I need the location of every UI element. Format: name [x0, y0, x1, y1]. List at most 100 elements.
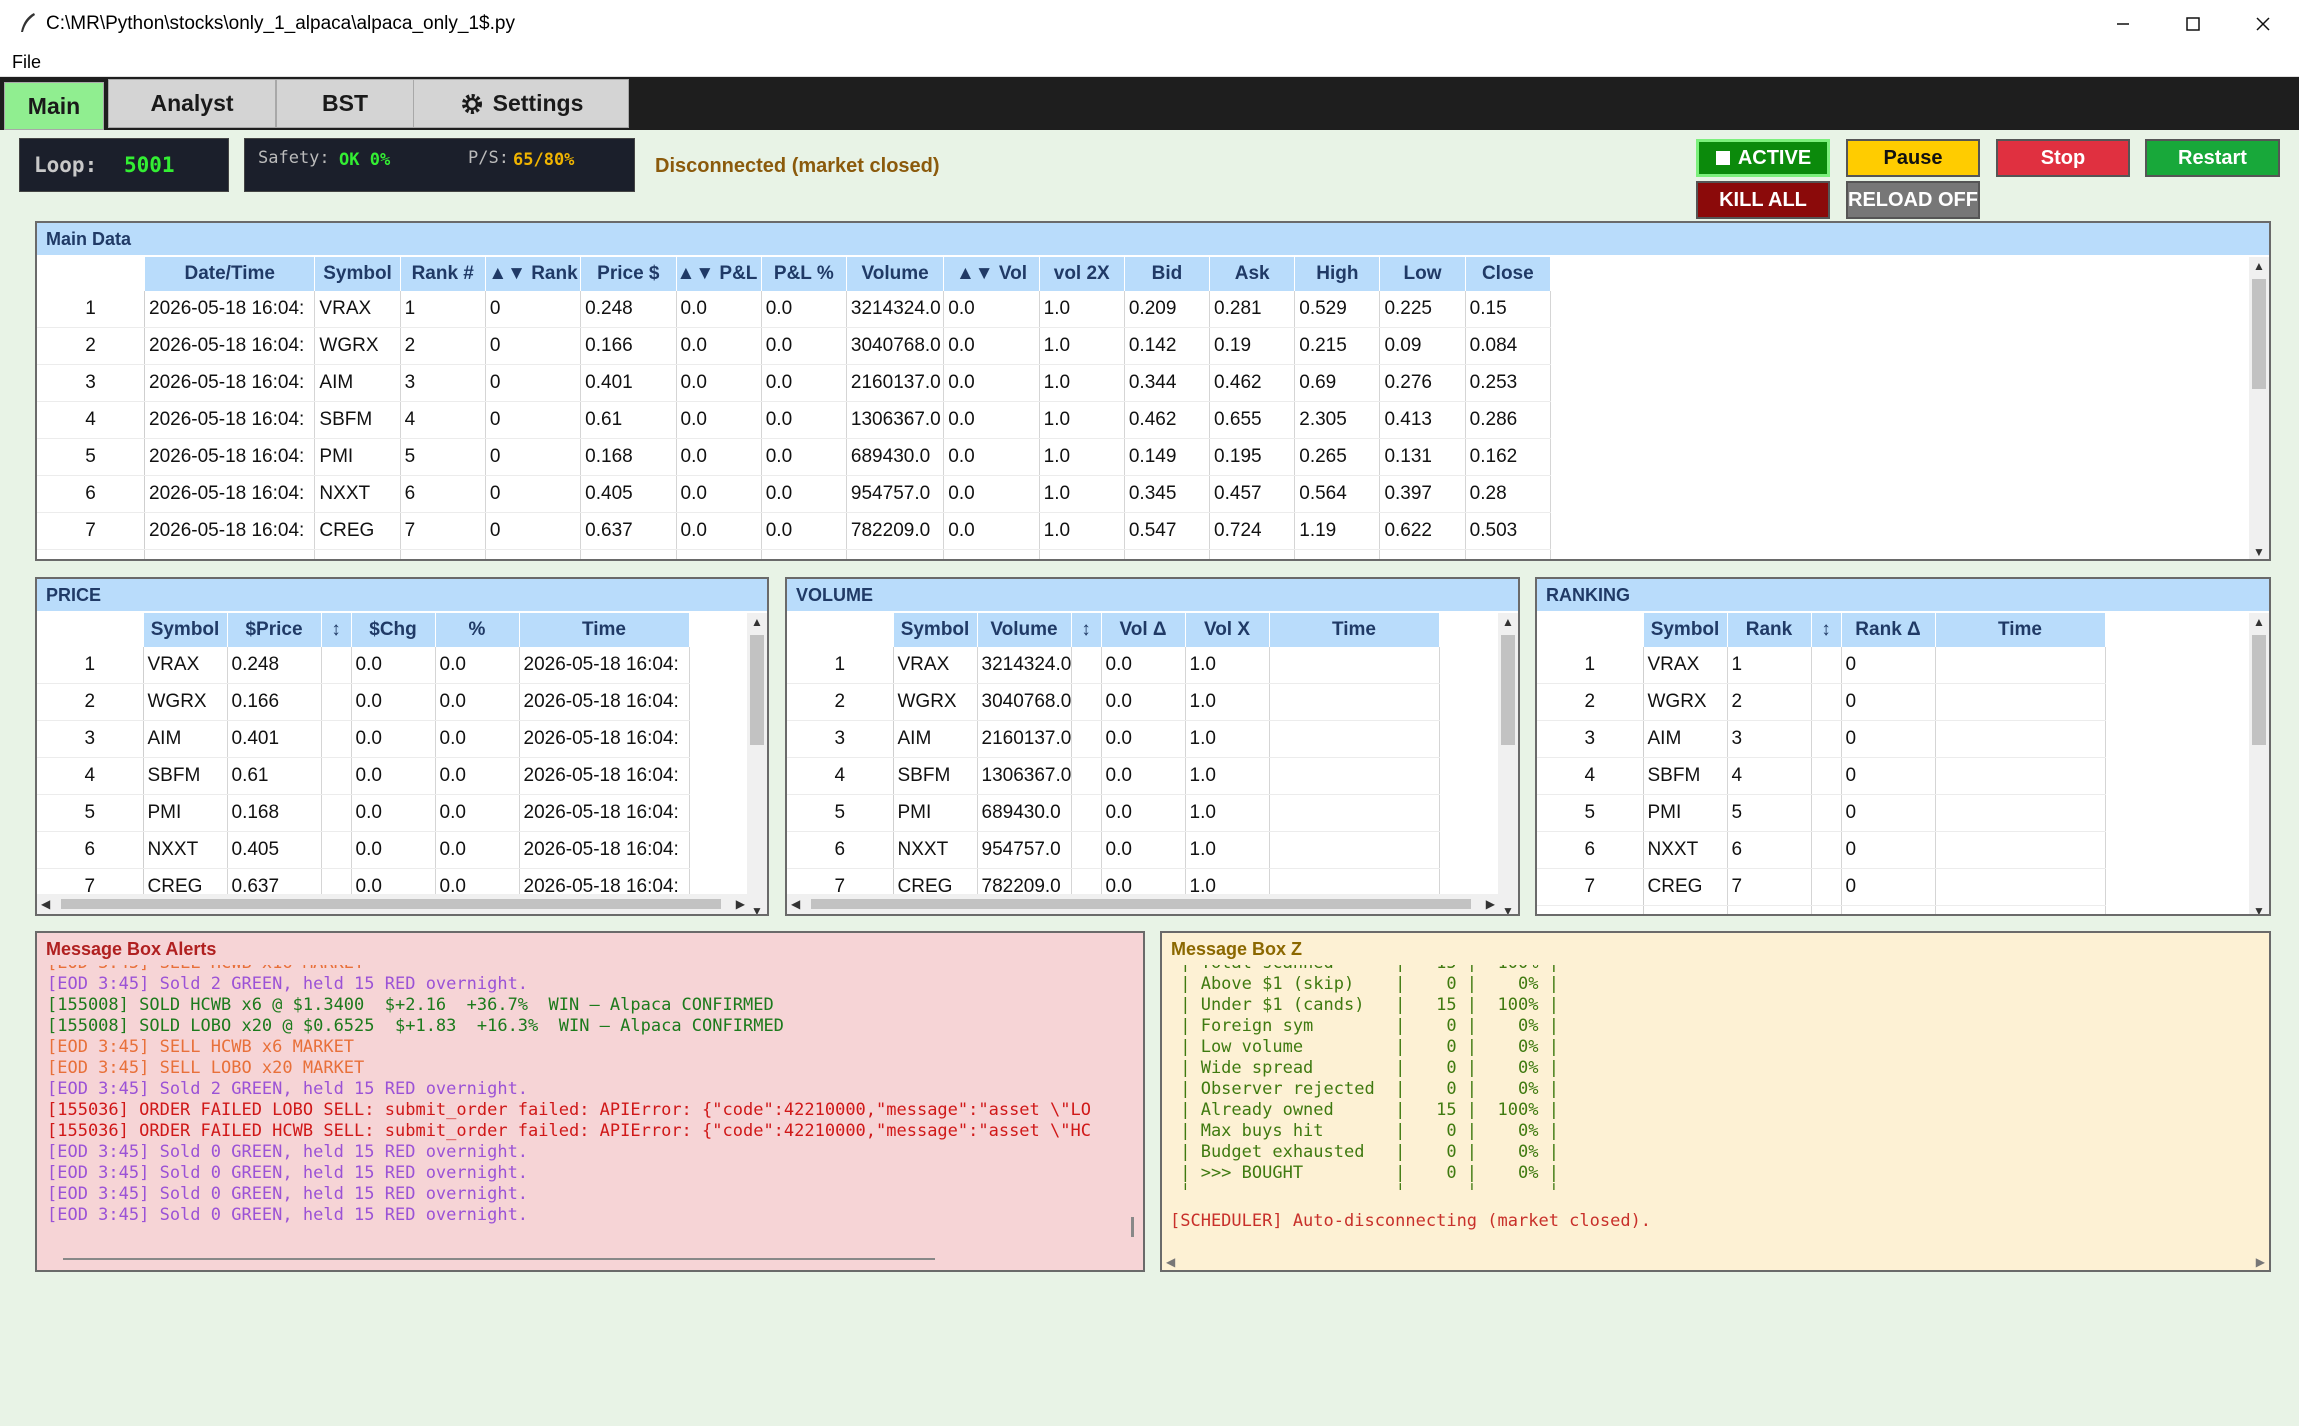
column-header[interactable]: P&L % [761, 257, 847, 291]
scroll-right-icon[interactable]: ▶ [736, 897, 745, 911]
scroll-down-icon[interactable]: ▼ [751, 904, 763, 914]
table-row[interactable]: 6 2026-05-18 16:04: NXXT 6 0 0.405 0.0 0.0 95475… [37, 475, 1552, 513]
scroll-left-icon[interactable]: ◀ [1166, 1255, 1175, 1269]
table-row[interactable]: 6 NXXT 0.405 0.0 0.0 2026-05-18 16:04: [37, 831, 744, 869]
column-header[interactable]: Close [1465, 257, 1552, 291]
scroll-up-icon[interactable]: ▲ [2253, 615, 2265, 629]
tab-analyst[interactable]: Analyst [108, 79, 276, 128]
table-row[interactable]: 4 SBFM 0.61 0.0 0.0 2026-05-18 16:04: [37, 757, 744, 795]
column-header[interactable]: Rank Δ [1841, 613, 1936, 647]
scroll-up-icon[interactable]: ▲ [1502, 615, 1514, 629]
table-row[interactable]: 1 2026-05-18 16:04: VRAX 1 0 0.248 0.0 0.0 32143… [37, 291, 1552, 328]
alerts-log[interactable]: [EOD 3:45] SELL HCWB x16 MARKET[EOD 3:45… [47, 965, 1119, 1237]
column-header[interactable]: Time [1935, 613, 2106, 647]
scroll-right-icon[interactable]: ▶ [2256, 1255, 2265, 1269]
restart-button[interactable]: Restart [2145, 139, 2280, 177]
column-header[interactable]: Ask [1209, 257, 1296, 291]
alerts-vscrollbar[interactable] [1123, 965, 1143, 1240]
column-header[interactable]: ▲▼ P&L $ [676, 257, 762, 291]
column-header[interactable]: Bid [1124, 257, 1211, 291]
column-header[interactable]: High [1294, 257, 1381, 291]
scroll-right-icon[interactable]: ▶ [1486, 897, 1495, 911]
column-header[interactable]: Low [1379, 257, 1466, 291]
alerts-hscroll-thumb[interactable] [63, 1258, 935, 1260]
column-header[interactable]: % [435, 613, 520, 647]
price-scroll-thumb[interactable] [750, 635, 764, 745]
table-row[interactable]: 5 PMI 689430.0 0.0 1.0 [787, 794, 1494, 832]
volume-hscrollbar[interactable]: ◀ ▶ [787, 894, 1499, 914]
pause-button[interactable]: Pause [1846, 139, 1980, 177]
table-row[interactable]: 5 PMI 5 0 [1537, 794, 2106, 832]
volume-vscrollbar[interactable]: ▲ ▼ [1498, 613, 1518, 914]
table-row[interactable]: 82026-05-18 16:04:CMND800.3840.00.012034… [37, 549, 1552, 559]
table-row[interactable]: 4 SBFM 4 0 [1537, 757, 2106, 795]
column-header[interactable]: Time [1269, 613, 1440, 647]
price-hscroll-thumb[interactable] [61, 899, 721, 909]
table-row[interactable]: 1 VRAX 0.248 0.0 0.0 2026-05-18 16:04: [37, 647, 744, 684]
column-header[interactable]: ↕ [321, 613, 352, 647]
close-button[interactable] [2228, 0, 2298, 48]
table-row[interactable]: 5 PMI 0.168 0.0 0.0 2026-05-18 16:04: [37, 794, 744, 832]
main-data-vscrollbar[interactable]: ▲ ▼ [2249, 257, 2269, 559]
column-header[interactable]: ▲▼ Rank [485, 257, 582, 291]
column-header[interactable]: Date/Time [144, 257, 316, 291]
column-header[interactable]: Price $ [580, 257, 677, 291]
column-header[interactable]: Rank # [400, 257, 486, 291]
scroll-left-icon[interactable]: ◀ [41, 897, 50, 911]
scroll-up-icon[interactable]: ▲ [751, 615, 763, 629]
column-header[interactable]: Volume [846, 257, 945, 291]
column-header[interactable]: Vol X [1185, 613, 1270, 647]
price-vscrollbar[interactable]: ▲ ▼ [747, 613, 767, 914]
table-row[interactable]: 3 2026-05-18 16:04: AIM 3 0 0.401 0.0 0.0 216013… [37, 364, 1552, 402]
column-header[interactable]: Symbol [1643, 613, 1728, 647]
tab-settings[interactable]: Settings [413, 79, 629, 128]
column-header[interactable]: ↕ [1811, 613, 1842, 647]
column-header[interactable]: Volume [977, 613, 1072, 647]
stop-button[interactable]: Stop [1996, 139, 2130, 177]
column-header[interactable]: vol 2X [1039, 257, 1125, 291]
kill-all-button[interactable]: KILL ALL [1696, 181, 1830, 219]
table-row[interactable]: 3 AIM 3 0 [1537, 720, 2106, 758]
table-row[interactable]: 8CMND8 0 [1537, 905, 2106, 914]
scroll-left-icon[interactable]: ◀ [791, 897, 800, 911]
table-row[interactable]: 2 WGRX 0.166 0.0 0.0 2026-05-18 16:04: [37, 683, 744, 721]
table-row[interactable]: 2 WGRX 3040768.0 0.0 1.0 [787, 683, 1494, 721]
volume-hscroll-thumb[interactable] [811, 899, 1471, 909]
table-row[interactable]: 7 2026-05-18 16:04: CREG 7 0 0.637 0.0 0.0 78220… [37, 512, 1552, 550]
maximize-button[interactable] [2158, 0, 2228, 48]
ranking-vscrollbar[interactable]: ▲ ▼ [2249, 613, 2269, 914]
table-row[interactable]: 2 WGRX 2 0 [1537, 683, 2106, 721]
column-header[interactable]: Symbol [314, 257, 401, 291]
table-row[interactable]: 7 CREG 7 0 [1537, 868, 2106, 906]
msgz-hscrollbar[interactable]: ◀ ▶ [1162, 1254, 2269, 1270]
menu-file[interactable]: File [12, 52, 41, 73]
scroll-down-icon[interactable]: ▼ [1502, 904, 1514, 914]
column-header[interactable]: Symbol [143, 613, 228, 647]
scroll-up-icon[interactable]: ▲ [2253, 259, 2265, 273]
table-row[interactable]: 4 2026-05-18 16:04: SBFM 4 0 0.61 0.0 0.0 130636… [37, 401, 1552, 439]
price-hscrollbar[interactable]: ◀ ▶ [37, 894, 749, 914]
table-row[interactable]: 5 2026-05-18 16:04: PMI 5 0 0.168 0.0 0.0 689430… [37, 438, 1552, 476]
active-button[interactable]: ACTIVE [1696, 139, 1830, 177]
tab-main[interactable]: Main [4, 82, 104, 130]
minimize-button[interactable] [2088, 0, 2158, 48]
tab-bst[interactable]: BST [276, 79, 414, 128]
column-header[interactable]: Vol Δ [1101, 613, 1186, 647]
reload-button[interactable]: RELOAD OFF [1846, 181, 1980, 219]
table-row[interactable]: 1 VRAX 1 0 [1537, 647, 2106, 684]
table-row[interactable]: 3 AIM 2160137.0 0.0 1.0 [787, 720, 1494, 758]
column-header[interactable]: Symbol [893, 613, 978, 647]
column-header[interactable]: Time [519, 613, 690, 647]
table-row[interactable]: 2 2026-05-18 16:04: WGRX 2 0 0.166 0.0 0.0 30407… [37, 327, 1552, 365]
column-header[interactable]: $Chg [351, 613, 436, 647]
scroll-down-icon[interactable]: ▼ [2253, 904, 2265, 914]
column-header[interactable]: ▲▼ Vol [943, 257, 1040, 291]
column-header[interactable]: $Price [227, 613, 322, 647]
volume-scroll-thumb[interactable] [1501, 635, 1515, 745]
main-data-scroll-thumb[interactable] [2252, 279, 2266, 389]
table-row[interactable]: 1 VRAX 3214324.0 0.0 1.0 [787, 647, 1494, 684]
alerts-scroll-thumb[interactable] [1131, 1217, 1134, 1237]
table-row[interactable]: 4 SBFM 1306367.0 0.0 1.0 [787, 757, 1494, 795]
table-row[interactable]: 6 NXXT 6 0 [1537, 831, 2106, 869]
table-row[interactable]: 3 AIM 0.401 0.0 0.0 2026-05-18 16:04: [37, 720, 744, 758]
